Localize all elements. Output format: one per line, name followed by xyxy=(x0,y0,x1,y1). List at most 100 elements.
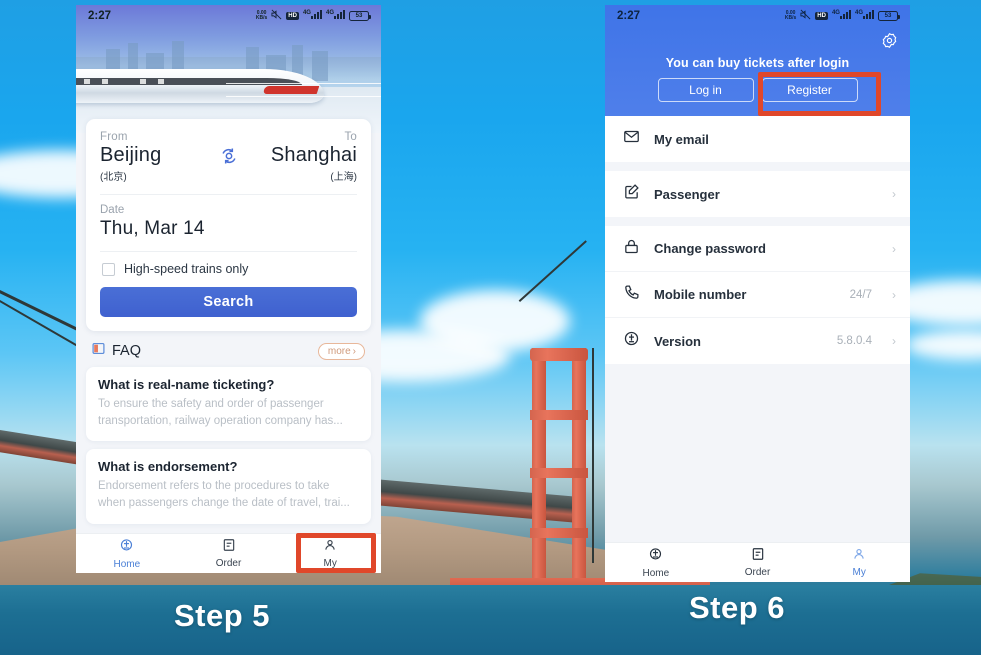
network-speed-icon: 0.00 KB/s xyxy=(784,10,797,21)
origin-city: Beijing xyxy=(100,144,162,166)
faq-header: FAQ more › xyxy=(76,331,381,367)
destination-city-cn: (上海) xyxy=(330,172,357,183)
settings-gear-icon[interactable] xyxy=(881,32,898,54)
tab-home-label: Home xyxy=(113,558,141,570)
network-speed-icon: 0.00 KB/s xyxy=(255,10,268,21)
faq-item[interactable]: What is endorsement? Endorsement refers … xyxy=(86,449,371,524)
origin-field[interactable]: From Beijing (北京) xyxy=(100,131,213,183)
faq-more-label: more xyxy=(327,345,351,357)
chevron-right-icon: › xyxy=(892,287,896,302)
tab-order[interactable]: Order xyxy=(707,547,809,578)
bridge-tower-crossbeam xyxy=(530,410,588,420)
date-value: Thu, Mar 14 xyxy=(100,218,205,239)
status-bar: 2:27 0.00 KB/s HD 4G 4G 53 xyxy=(76,5,381,27)
divider xyxy=(100,194,357,195)
tab-home[interactable]: Home xyxy=(76,538,178,570)
faq-question: What is real-name ticketing? xyxy=(98,377,275,392)
faq-answer: Endorsement refers to the procedures to … xyxy=(98,480,350,510)
account-header: 2:27 0.00 KB/s HD 4G 4G 53 You can buy t… xyxy=(605,5,910,116)
signal-icon-1: 4G xyxy=(832,10,851,22)
order-list-icon xyxy=(222,538,236,557)
menu-item-change-password[interactable]: Change password › xyxy=(605,226,910,272)
login-prompt-text: You can buy tickets after login xyxy=(665,56,850,70)
mute-icon xyxy=(800,9,811,23)
menu-group: Change password › Mobile number 24/7 › V… xyxy=(605,226,910,364)
mute-icon xyxy=(271,9,282,23)
tab-order-label: Order xyxy=(744,567,771,578)
bridge-suspender xyxy=(592,348,594,563)
tab-home[interactable]: Home xyxy=(605,547,707,579)
train-icon xyxy=(623,330,640,352)
faq-icon xyxy=(92,342,105,360)
destination-field[interactable]: To Shanghai (上海) xyxy=(244,131,357,183)
person-icon xyxy=(852,547,866,566)
menu-item-passenger[interactable]: Passenger › xyxy=(605,171,910,217)
status-time: 2:27 xyxy=(617,10,641,22)
origin-city-cn: (北京) xyxy=(100,172,127,183)
menu-item-label: My email xyxy=(654,131,709,147)
signal-icon-2: 4G xyxy=(326,10,345,22)
lock-icon xyxy=(623,238,640,260)
screenshot-stage: 2:27 0.00 KB/s HD 4G 4G 53 From Beijing … xyxy=(0,0,981,655)
bridge-tower-leg xyxy=(532,348,546,578)
faq-more-button[interactable]: more › xyxy=(317,342,365,360)
tab-my[interactable]: My xyxy=(808,547,910,578)
swap-stations-icon[interactable] xyxy=(218,145,240,167)
railing xyxy=(226,83,381,97)
bridge-tower-crossbeam xyxy=(530,528,588,538)
menu-item-mobile-number[interactable]: Mobile number 24/7 › xyxy=(605,272,910,318)
tab-order-label: Order xyxy=(215,558,242,569)
date-label: Date xyxy=(100,204,125,216)
person-icon xyxy=(323,538,337,557)
faq-title: FAQ xyxy=(112,343,142,359)
step-label-right: Step 6 xyxy=(689,590,786,625)
passenger-edit-icon xyxy=(623,183,640,205)
chevron-right-icon: › xyxy=(352,345,356,357)
status-time: 2:27 xyxy=(88,10,112,22)
battery-icon: 53 xyxy=(349,11,371,21)
origin-label: From xyxy=(100,131,128,143)
status-icon-group: 0.00 KB/s HD 4G 4G 53 xyxy=(784,9,900,23)
tab-order[interactable]: Order xyxy=(178,538,280,569)
phone-screen-step6: 2:27 0.00 KB/s HD 4G 4G 53 You can buy t… xyxy=(605,5,910,582)
highspeed-only-toggle[interactable]: High-speed trains only xyxy=(102,262,357,276)
chevron-right-icon: › xyxy=(892,241,896,256)
search-button[interactable]: Search xyxy=(100,287,357,317)
chevron-right-icon: › xyxy=(892,334,896,348)
menu-item-version[interactable]: Version 5.8.0.4 › xyxy=(605,318,910,364)
menu-item-value: 24/7 xyxy=(849,288,872,301)
tab-home-label: Home xyxy=(642,567,670,579)
register-button[interactable]: Register xyxy=(761,78,858,102)
login-button[interactable]: Log in xyxy=(657,78,754,102)
menu-item-value: 5.8.0.4 xyxy=(836,335,872,347)
menu-item-label: Version xyxy=(654,333,701,349)
menu-separator xyxy=(605,217,910,226)
bay-water xyxy=(0,585,981,655)
date-field[interactable]: Date Thu, Mar 14 xyxy=(100,204,357,240)
faq-item[interactable]: What is real-name ticketing? To ensure t… xyxy=(86,367,371,442)
bottom-tab-bar: Home Order My xyxy=(76,533,381,573)
menu-group: Passenger › xyxy=(605,171,910,217)
tab-my[interactable]: My xyxy=(279,538,381,569)
faq-answer: To ensure the safety and order of passen… xyxy=(98,398,343,427)
battery-icon: 53 xyxy=(878,11,900,21)
menu-item-my-email[interactable]: My email xyxy=(605,116,910,162)
train-home-icon xyxy=(119,538,134,558)
menu-group: My email xyxy=(605,116,910,162)
highspeed-label: High-speed trains only xyxy=(124,262,249,276)
cloud-shape xyxy=(420,290,570,352)
bridge-tower-leg xyxy=(572,348,586,578)
tab-my-label: My xyxy=(323,558,337,569)
phone-icon xyxy=(623,284,640,306)
phone-screen-step5: 2:27 0.00 KB/s HD 4G 4G 53 From Beijing … xyxy=(76,5,381,573)
step-label-left: Step 5 xyxy=(174,598,271,633)
bridge-tower-crossbeam xyxy=(530,348,588,361)
envelope-icon xyxy=(623,128,640,150)
bottom-tab-bar: Home Order My xyxy=(605,542,910,582)
signal-icon-2: 4G xyxy=(855,10,874,22)
menu-item-label: Passenger xyxy=(654,186,720,202)
menu-item-label: Mobile number xyxy=(654,287,747,302)
chevron-right-icon: › xyxy=(892,187,896,201)
highspeed-checkbox[interactable] xyxy=(102,262,115,276)
signal-icon-1: 4G xyxy=(303,10,322,22)
